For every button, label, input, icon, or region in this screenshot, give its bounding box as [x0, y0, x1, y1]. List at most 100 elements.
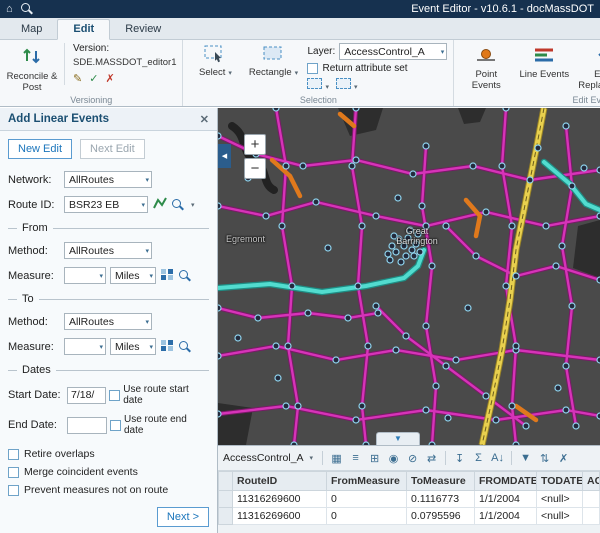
version-label: Version:	[73, 43, 176, 54]
rectangle-icon	[262, 45, 284, 66]
tab-review[interactable]: Review	[110, 20, 176, 39]
event-editor-app: ⌂ Event Editor - v10.6.1 - docMassDOT Ma…	[0, 0, 600, 533]
event-replacement-icon	[595, 45, 600, 68]
statistics-icon[interactable]: Σ	[471, 452, 486, 464]
reconcile-icon	[21, 45, 43, 70]
prevent-measures-checkbox[interactable]	[8, 485, 19, 496]
layer-dropdown[interactable]: AccessControl_A▾	[339, 43, 447, 60]
zoom-in-button[interactable]: +	[244, 134, 266, 155]
tab-map[interactable]: Map	[6, 20, 57, 39]
rectangle-tool-button[interactable]: Rectangle▾	[247, 43, 299, 79]
versioning-group: Reconcile & Post Version: SDE.MASSDOT_ed…	[0, 40, 182, 106]
to-method-label: Method:	[8, 316, 60, 328]
column-header-fromdate[interactable]: FROMDATE	[475, 472, 537, 491]
zoom-tool-icon[interactable]	[21, 3, 33, 15]
end-date-input[interactable]	[67, 417, 107, 434]
clear-selection-icon[interactable]: ⊘	[405, 452, 420, 465]
from-measure-zoom-icon[interactable]	[179, 270, 191, 282]
window-title: Event Editor - v10.6.1 - docMassDOT	[411, 3, 594, 15]
route-zoom-icon[interactable]	[172, 199, 184, 211]
collapse-grid-icon[interactable]: ▼	[376, 432, 420, 445]
map-label-great-barrington: Great Barrington	[390, 226, 444, 246]
grid-toolbar: AccessControl_A▾ ▦ ≡ ⊞ ◉ ⊘ ⇄ ↧ Σ A↓ ▼ ⇅ ✗	[218, 446, 600, 471]
column-header-routeid[interactable]: RouteID	[233, 472, 327, 491]
zoom-to-selection-icon[interactable]: ◉	[386, 452, 401, 465]
row-selector[interactable]	[219, 491, 233, 508]
select-tool-button[interactable]: Select▾	[189, 43, 241, 79]
export-icon[interactable]: ↧	[452, 452, 467, 465]
dock-icon[interactable]: ⇅	[537, 452, 552, 465]
from-method-dropdown[interactable]: AllRoutes▾	[64, 242, 152, 259]
to-section-header: To	[8, 293, 209, 305]
collapse-panel-left-icon[interactable]: ◀	[218, 144, 231, 168]
from-measure-dropdown[interactable]: ▾	[64, 267, 106, 284]
start-date-input[interactable]: 7/18/	[67, 387, 106, 404]
network-dropdown[interactable]: AllRoutes▾	[64, 171, 152, 188]
table-row[interactable]: 1131626960000.07955961/1/2004<null>	[219, 508, 600, 525]
column-header-ac[interactable]: AC	[583, 472, 600, 491]
map-label-egremont: Egremont	[226, 234, 265, 244]
use-route-end-checkbox[interactable]	[110, 420, 121, 431]
ribbon-tab-strip: Map Edit Review	[0, 18, 600, 40]
reconcile-post-button[interactable]: Reconcile & Post	[6, 43, 58, 93]
filter-icon[interactable]: ▼	[518, 452, 533, 464]
line-events-button[interactable]: Line Events	[518, 43, 570, 81]
to-measure-dropdown[interactable]: ▾	[64, 338, 106, 355]
panel-close-icon[interactable]: ✕	[200, 113, 209, 126]
zoom-out-button[interactable]: −	[244, 158, 266, 179]
row-selector[interactable]	[219, 508, 233, 525]
rectangle-caret-icon: ▾	[295, 70, 299, 77]
edit-events-group: Point Events Line Events Event Replaceme…	[453, 40, 600, 106]
map-view[interactable]: ◀ + − Egremont Great Barrington ▼	[218, 108, 600, 445]
grid-body: 1131626960000.11167731/1/2004<null>11316…	[219, 491, 600, 525]
panel-header: Add Linear Events ✕	[0, 108, 217, 131]
to-measure-on-map-icon[interactable]	[160, 339, 175, 355]
retire-overlaps-checkbox[interactable]	[8, 449, 19, 460]
event-replacement-button[interactable]: Event Replacement	[576, 43, 600, 91]
to-measure-zoom-icon[interactable]	[179, 341, 191, 353]
edit-version-icon[interactable]: ✎	[73, 72, 82, 85]
title-bar: ⌂ Event Editor - v10.6.1 - docMassDOT	[0, 0, 600, 18]
switch-selection-icon[interactable]: ⇄	[424, 452, 439, 465]
tab-edit[interactable]: Edit	[57, 19, 110, 40]
point-events-icon	[475, 45, 497, 68]
route-id-dropdown[interactable]: BSR23 EB▾	[64, 196, 148, 213]
column-header-todate[interactable]: TODATE	[537, 472, 583, 491]
return-attribute-set-checkbox[interactable]	[307, 63, 318, 74]
point-events-button[interactable]: Point Events	[460, 43, 512, 91]
dates-section-header: Dates	[8, 364, 209, 376]
from-section-header: From	[8, 222, 209, 234]
table-header-row: RouteID FromMeasure ToMeasure FROMDATE T…	[219, 472, 600, 491]
reject-version-icon[interactable]: ✗	[105, 72, 114, 85]
list-icon[interactable]: ≡	[348, 452, 363, 464]
use-route-start-checkbox[interactable]	[109, 390, 120, 401]
next-button[interactable]: Next >	[157, 507, 209, 527]
merge-coincident-checkbox[interactable]	[8, 467, 19, 478]
selection-settings-icon[interactable]: ▾	[336, 78, 358, 92]
route-zoom-caret-icon[interactable]: ▾	[191, 201, 195, 209]
home-icon[interactable]: ⌂	[6, 0, 13, 18]
from-units-dropdown[interactable]: Miles▾	[110, 267, 156, 284]
accept-version-icon[interactable]: ✓	[89, 72, 98, 85]
grid-toolbar-icons: ▦ ≡ ⊞ ◉ ⊘ ⇄ ↧ Σ A↓ ▼ ⇅ ✗	[329, 451, 571, 465]
from-measure-on-map-icon[interactable]	[160, 268, 175, 284]
column-header-frommeasure[interactable]: FromMeasure	[327, 472, 407, 491]
table-row[interactable]: 1131626960000.11167731/1/2004<null>	[219, 491, 600, 508]
close-grid-icon[interactable]: ✗	[556, 452, 571, 465]
select-features-tool-icon[interactable]: ▾	[307, 78, 329, 92]
attribute-table-icon[interactable]: ▦	[329, 452, 344, 465]
new-edit-button[interactable]: New Edit	[8, 139, 72, 159]
selection-group-label: Selection	[183, 95, 453, 105]
next-edit-button[interactable]: Next Edit	[80, 139, 145, 159]
to-method-dropdown[interactable]: AllRoutes▾	[64, 313, 152, 330]
attribute-grid-panel: AccessControl_A▾ ▦ ≡ ⊞ ◉ ⊘ ⇄ ↧ Σ A↓ ▼ ⇅ ✗ RouteID F…	[218, 445, 600, 533]
related-records-icon[interactable]: ⊞	[367, 452, 382, 465]
to-units-dropdown[interactable]: Miles▾	[110, 338, 156, 355]
versioning-group-label: Versioning	[0, 95, 182, 105]
grid-layer-name[interactable]: AccessControl_A▾	[223, 452, 313, 464]
select-route-on-map-icon[interactable]	[152, 196, 168, 213]
column-header-tomeasure[interactable]: ToMeasure	[407, 472, 475, 491]
return-attribute-set-label: Return attribute set	[322, 63, 407, 74]
end-date-label: End Date:	[8, 419, 64, 431]
sort-icon[interactable]: A↓	[490, 452, 505, 464]
